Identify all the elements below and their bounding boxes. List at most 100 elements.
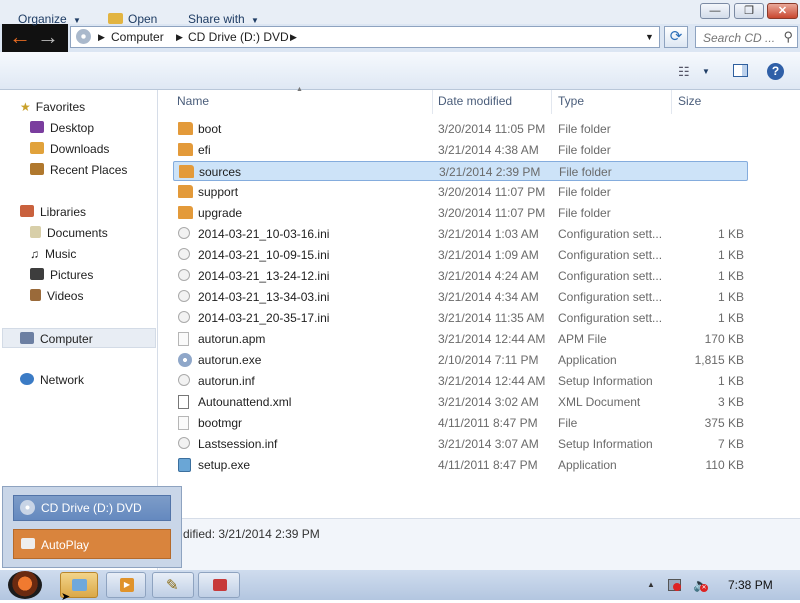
nav-desktop[interactable]: Desktop — [30, 118, 94, 138]
file-name: 2014-03-21_10-03-16.ini — [198, 227, 330, 241]
back-arrow-icon[interactable]: ← — [6, 26, 34, 48]
share-with-button[interactable]: Share with ▼ — [188, 12, 259, 26]
file-row[interactable]: autorun.inf 3/21/2014 12:44 AM Setup Infor… — [173, 371, 748, 391]
taskbar-app-button[interactable] — [198, 572, 240, 598]
file-name: 2014-03-21_13-24-12.ini — [198, 269, 330, 283]
file-row[interactable]: autorun.exe 2/10/2014 7:11 PM Application 1… — [173, 350, 748, 370]
breadcrumb-computer[interactable]: Computer — [111, 30, 164, 44]
libraries-icon — [20, 205, 34, 217]
breadcrumb-separator-icon[interactable]: ▶ — [176, 32, 183, 43]
file-date-modified: 3/21/2014 3:07 AM — [438, 437, 539, 451]
file-type: File folder — [558, 206, 611, 220]
folder-icon — [179, 165, 194, 178]
refresh-icon: ⟳ — [669, 28, 683, 45]
folder-icon — [178, 185, 193, 198]
organize-button[interactable]: Organize ▼ — [18, 12, 81, 26]
file-row[interactable]: boot 3/20/2014 11:05 PM File folder — [173, 119, 748, 139]
nav-music[interactable]: ♫ Music — [30, 244, 76, 264]
nav-pictures[interactable]: Pictures — [30, 265, 93, 285]
nav-network[interactable]: Network — [20, 370, 84, 390]
file-size: 1 KB — [717, 248, 744, 262]
taskbar-media-player-button[interactable]: ▶ — [106, 572, 146, 598]
file-size: 375 KB — [704, 416, 744, 430]
file-type: Configuration sett... — [558, 290, 663, 304]
minimize-button[interactable]: — — [700, 3, 730, 19]
column-header-date-modified[interactable]: Date modified — [438, 94, 512, 112]
refresh-button[interactable]: ⟳ — [664, 26, 688, 48]
search-box[interactable]: ⚲ — [695, 26, 798, 48]
nav-favorites[interactable]: ★ Favorites — [20, 97, 85, 117]
file-type: Configuration sett... — [558, 227, 663, 241]
file-date-modified: 4/11/2011 8:47 PM — [438, 458, 538, 472]
open-button[interactable]: Open — [108, 12, 157, 26]
close-button[interactable]: ✕ — [767, 3, 798, 19]
file-row[interactable]: support 3/20/2014 11:07 PM File folder — [173, 182, 748, 202]
search-icon[interactable]: ⚲ — [783, 29, 793, 45]
file-type: File folder — [559, 165, 612, 179]
file-name: bootmgr — [198, 416, 243, 430]
address-bar[interactable]: ▶ Computer ▶ CD Drive (D:) DVD ▶ ▼ — [70, 26, 660, 48]
help-icon[interactable]: ? — [767, 63, 784, 80]
view-options-icon[interactable]: ☷ — [678, 64, 690, 80]
file-size: 1 KB — [717, 227, 744, 241]
forward-arrow-icon[interactable]: → — [34, 26, 62, 48]
nav-libraries[interactable]: Libraries — [20, 202, 86, 222]
details-pane: dified: 3/21/2014 2:39 PM — [159, 518, 800, 571]
file-name: efi — [198, 143, 211, 157]
breadcrumb-separator-icon[interactable]: ▶ — [98, 32, 105, 43]
nav-computer[interactable]: Computer — [2, 328, 156, 348]
nav-buttons: ← → — [2, 24, 68, 52]
gear-file-icon — [178, 269, 190, 281]
file-row[interactable]: bootmgr 4/11/2011 8:47 PM File 375 KB — [173, 413, 748, 433]
documents-icon — [30, 226, 41, 238]
file-date-modified: 3/21/2014 3:02 AM — [438, 395, 539, 409]
chevron-down-icon: ▼ — [251, 16, 259, 25]
file-name: Lastsession.inf — [198, 437, 278, 451]
breadcrumb-separator-icon[interactable]: ▶ — [290, 32, 297, 43]
maximize-button[interactable]: ❐ — [734, 3, 764, 19]
file-row[interactable]: 2014-03-21_10-09-15.ini 3/21/2014 1:09 AM… — [173, 245, 748, 265]
clock[interactable]: 7:38 PM — [728, 578, 773, 592]
preview-pane-icon[interactable] — [733, 64, 748, 77]
nav-videos[interactable]: Videos — [30, 286, 83, 306]
file-row[interactable]: 2014-03-21_20-35-17.ini 3/21/2014 11:35 A… — [173, 308, 748, 328]
show-hidden-icons-icon[interactable]: ▲ — [647, 580, 655, 589]
file-row[interactable]: Autounattend.xml 3/21/2014 3:02 AM XML Doc… — [173, 392, 748, 412]
file-row[interactable]: sources 3/21/2014 2:39 PM File folder — [173, 161, 748, 181]
nav-recent-places-label: Recent Places — [50, 163, 128, 177]
star-icon: ★ — [20, 100, 31, 114]
file-row[interactable]: upgrade 3/20/2014 11:07 PM File folder — [173, 203, 748, 223]
search-input[interactable] — [701, 28, 783, 48]
column-divider[interactable] — [551, 90, 552, 114]
nav-documents[interactable]: Documents — [30, 223, 108, 243]
view-dropdown-icon[interactable]: ▼ — [702, 67, 710, 76]
nav-recent-places[interactable]: Recent Places — [30, 160, 127, 180]
file-row[interactable]: 2014-03-21_10-03-16.ini 3/21/2014 1:03 AM… — [173, 224, 748, 244]
file-row[interactable]: Lastsession.inf 3/21/2014 3:07 AM Setup In… — [173, 434, 748, 454]
column-header-size[interactable]: Size — [678, 94, 701, 112]
address-dropdown-icon[interactable]: ▼ — [645, 32, 654, 42]
popup-cd-drive-item[interactable]: CD Drive (D:) DVD — [13, 495, 171, 521]
file-row[interactable]: 2014-03-21_13-24-12.ini 3/21/2014 4:24 AM… — [173, 266, 748, 286]
taskbar-app-button[interactable]: ✎ — [152, 572, 194, 598]
file-row[interactable]: autorun.apm 3/21/2014 12:44 AM APM File 170… — [173, 329, 748, 349]
nav-music-label: Music — [45, 247, 77, 261]
mute-badge-icon: ✕ — [700, 584, 708, 592]
file-date-modified: 3/21/2014 1:03 AM — [438, 227, 539, 241]
open-folder-icon — [108, 13, 123, 24]
popup-autoplay-item[interactable]: AutoPlay — [13, 529, 171, 559]
column-header-name[interactable]: Name — [177, 94, 209, 112]
column-divider[interactable] — [432, 90, 433, 114]
breadcrumb-cd-drive[interactable]: CD Drive (D:) DVD — [188, 30, 289, 44]
file-row[interactable]: setup.exe 4/11/2011 8:47 PM Application 110… — [173, 455, 748, 475]
column-divider[interactable] — [671, 90, 672, 114]
nav-downloads[interactable]: Downloads — [30, 139, 109, 159]
start-button[interactable] — [8, 571, 42, 599]
column-header-type[interactable]: Type — [558, 94, 584, 112]
file-date-modified: 3/20/2014 11:05 PM — [438, 122, 546, 136]
popup-autoplay-label: AutoPlay — [41, 538, 90, 552]
file-row[interactable]: efi 3/21/2014 4:38 AM File folder — [173, 140, 748, 160]
setup-app-icon — [178, 458, 191, 472]
file-row[interactable]: 2014-03-21_13-34-03.ini 3/21/2014 4:34 AM… — [173, 287, 748, 307]
file-size: 3 KB — [717, 395, 744, 409]
